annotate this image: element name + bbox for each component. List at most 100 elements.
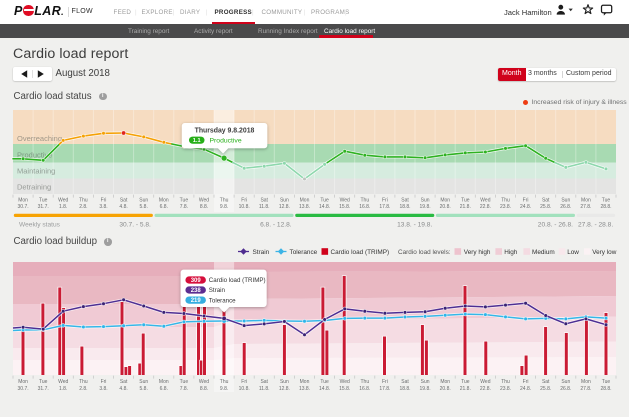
- svg-text:Sat: Sat: [401, 197, 409, 203]
- svg-text:Wed: Wed: [480, 197, 490, 203]
- svg-text:22.8.: 22.8.: [480, 386, 491, 392]
- svg-text:Tue: Tue: [180, 197, 189, 203]
- svg-text:Tolerance: Tolerance: [209, 297, 236, 304]
- svg-text:Thu: Thu: [79, 197, 88, 203]
- svg-text:Sat: Sat: [542, 197, 550, 203]
- svg-text:17.8.: 17.8.: [379, 204, 390, 210]
- svg-text:19.8.: 19.8.: [420, 204, 431, 210]
- svg-text:Sat: Sat: [260, 197, 268, 203]
- svg-text:2.8.: 2.8.: [79, 204, 87, 210]
- svg-text:Fri: Fri: [523, 197, 529, 203]
- svg-text:8.8.: 8.8.: [200, 386, 208, 392]
- svg-text:Sat: Sat: [120, 197, 128, 203]
- svg-text:24.8.: 24.8.: [520, 386, 531, 392]
- svg-text:Tue: Tue: [602, 379, 611, 385]
- svg-text:20.8.: 20.8.: [440, 204, 451, 210]
- svg-text:Wed: Wed: [199, 197, 209, 203]
- svg-text:Sun: Sun: [561, 197, 570, 203]
- svg-text:15.8.: 15.8.: [339, 204, 350, 210]
- svg-text:Sun: Sun: [421, 197, 430, 203]
- svg-text:Fri: Fri: [241, 379, 247, 385]
- svg-text:11.8.: 11.8.: [259, 204, 270, 210]
- svg-text:219: 219: [191, 298, 202, 304]
- svg-text:Sat: Sat: [260, 379, 268, 385]
- svg-text:12.8.: 12.8.: [279, 386, 290, 392]
- svg-text:Tue: Tue: [39, 379, 48, 385]
- svg-text:Wed: Wed: [340, 197, 350, 203]
- svg-text:Cardio load (TRIMP): Cardio load (TRIMP): [209, 277, 266, 284]
- svg-text:22.8.: 22.8.: [480, 204, 491, 210]
- svg-text:Tue: Tue: [461, 197, 470, 203]
- svg-text:Tue: Tue: [320, 379, 329, 385]
- svg-text:5.8.: 5.8.: [140, 386, 148, 392]
- svg-text:Mon: Mon: [300, 197, 310, 203]
- svg-text:Thu: Thu: [220, 379, 229, 385]
- svg-text:16.8.: 16.8.: [359, 386, 370, 392]
- svg-text:20.8. - 26.8.: 20.8. - 26.8.: [538, 222, 573, 229]
- svg-text:27.8. - 28.8.: 27.8. - 28.8.: [578, 222, 613, 229]
- svg-text:13.8.: 13.8.: [299, 386, 310, 392]
- svg-text:26.8.: 26.8.: [560, 204, 571, 210]
- svg-text:25.8.: 25.8.: [540, 204, 551, 210]
- svg-text:3.8.: 3.8.: [99, 386, 107, 392]
- svg-text:Sun: Sun: [280, 379, 289, 385]
- svg-text:Fri: Fri: [241, 197, 247, 203]
- svg-text:Wed: Wed: [199, 379, 209, 385]
- svg-text:15.8.: 15.8.: [339, 386, 350, 392]
- svg-text:9.8.: 9.8.: [220, 386, 228, 392]
- svg-text:30.7. - 5.8.: 30.7. - 5.8.: [119, 222, 151, 229]
- svg-text:17.8.: 17.8.: [379, 386, 390, 392]
- svg-text:Thu: Thu: [360, 197, 369, 203]
- svg-text:Overreaching: Overreaching: [17, 134, 62, 143]
- svg-text:Sat: Sat: [120, 379, 128, 385]
- svg-text:Wed: Wed: [340, 379, 350, 385]
- svg-text:4.8.: 4.8.: [119, 386, 127, 392]
- svg-text:10.8.: 10.8.: [239, 386, 250, 392]
- svg-text:Fri: Fri: [101, 197, 107, 203]
- svg-text:Maintaining: Maintaining: [17, 167, 55, 176]
- svg-text:Wed: Wed: [58, 379, 68, 385]
- svg-text:Sun: Sun: [561, 379, 570, 385]
- svg-text:6.8.: 6.8.: [160, 204, 168, 210]
- svg-text:Mon: Mon: [581, 197, 591, 203]
- svg-text:24.8.: 24.8.: [520, 204, 531, 210]
- svg-text:Fri: Fri: [382, 197, 388, 203]
- svg-text:6.8.: 6.8.: [160, 386, 168, 392]
- svg-text:3.8.: 3.8.: [99, 204, 107, 210]
- svg-text:Tue: Tue: [39, 197, 48, 203]
- svg-text:23.8.: 23.8.: [500, 386, 511, 392]
- svg-text:31.7.: 31.7.: [38, 204, 49, 210]
- svg-text:Weekly status: Weekly status: [19, 222, 61, 229]
- svg-text:Thu: Thu: [360, 379, 369, 385]
- svg-text:Mon: Mon: [159, 379, 169, 385]
- svg-text:Sat: Sat: [401, 379, 409, 385]
- svg-text:8.8.: 8.8.: [200, 204, 208, 210]
- svg-text:Strain: Strain: [209, 287, 226, 294]
- svg-text:Sun: Sun: [139, 197, 148, 203]
- svg-text:Tue: Tue: [602, 197, 611, 203]
- svg-text:30.7.: 30.7.: [18, 204, 29, 210]
- svg-text:Fri: Fri: [101, 379, 107, 385]
- svg-text:9.8.: 9.8.: [220, 204, 228, 210]
- svg-text:28.8.: 28.8.: [600, 386, 611, 392]
- svg-text:Thu: Thu: [79, 379, 88, 385]
- svg-text:27.8.: 27.8.: [580, 386, 591, 392]
- svg-text:4.8.: 4.8.: [119, 204, 127, 210]
- svg-text:Mon: Mon: [18, 197, 28, 203]
- svg-text:Sun: Sun: [280, 197, 289, 203]
- svg-text:Thu: Thu: [220, 197, 229, 203]
- svg-text:Thursday 9.8.2018: Thursday 9.8.2018: [195, 127, 255, 134]
- svg-text:30.7.: 30.7.: [18, 386, 29, 392]
- svg-text:Mon: Mon: [440, 197, 450, 203]
- svg-text:Detraining: Detraining: [17, 183, 51, 192]
- svg-text:Tue: Tue: [461, 379, 470, 385]
- svg-text:27.8.: 27.8.: [580, 204, 591, 210]
- svg-text:7.8.: 7.8.: [180, 204, 188, 210]
- svg-text:13.8. - 19.8.: 13.8. - 19.8.: [397, 222, 432, 229]
- svg-text:5.8.: 5.8.: [140, 204, 148, 210]
- svg-text:Mon: Mon: [300, 379, 310, 385]
- svg-text:31.7.: 31.7.: [38, 386, 49, 392]
- svg-text:Tue: Tue: [320, 197, 329, 203]
- svg-text:18.8.: 18.8.: [399, 204, 410, 210]
- svg-text:1.8.: 1.8.: [59, 204, 67, 210]
